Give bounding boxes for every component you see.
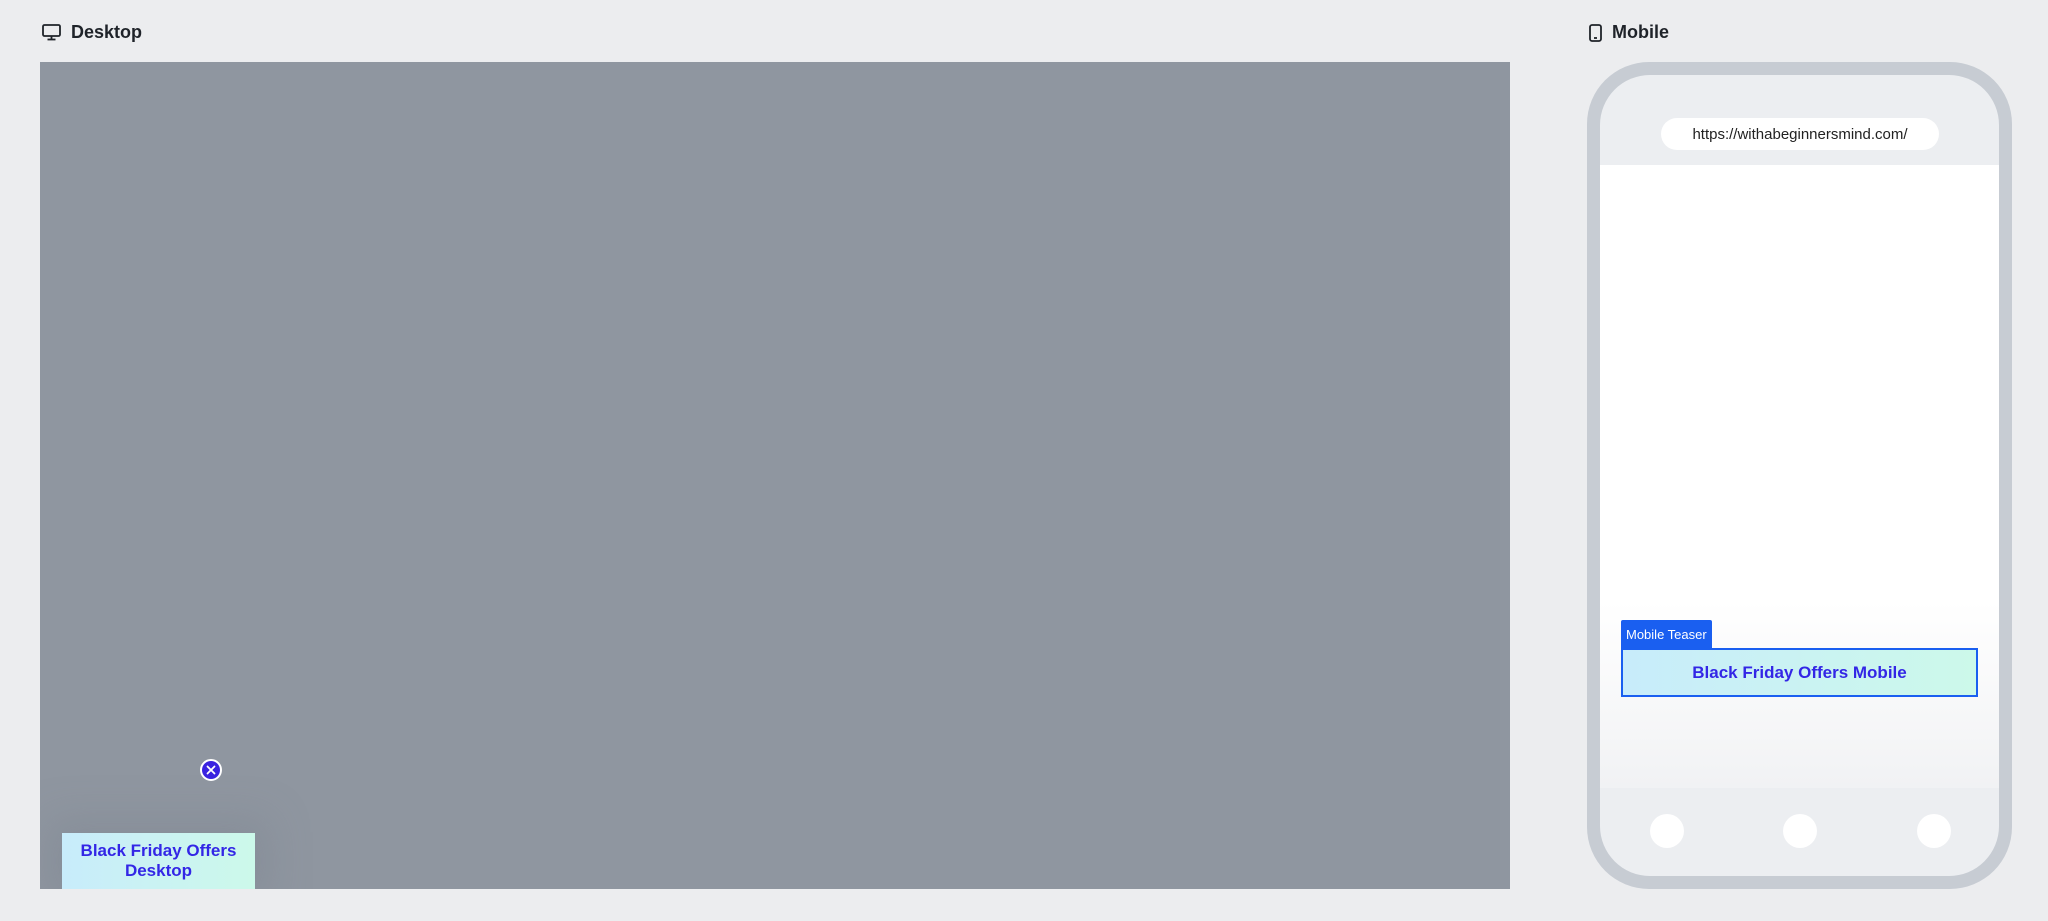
close-icon[interactable]: [200, 759, 222, 781]
desktop-preview-canvas: Black Friday Offers Desktop: [40, 62, 1510, 889]
monitor-icon: [42, 24, 61, 41]
desktop-teaser[interactable]: Black Friday Offers Desktop: [62, 833, 255, 889]
mobile-phone-body: https://withabeginnersmind.com/ Mobile T…: [1600, 75, 1999, 876]
desktop-preview-header: Desktop: [42, 22, 142, 43]
desktop-teaser-text: Black Friday Offers Desktop: [80, 841, 237, 880]
smartphone-icon: [1589, 23, 1602, 42]
mobile-teaser-tag: Mobile Teaser: [1621, 620, 1712, 648]
mobile-phone-frame: https://withabeginnersmind.com/ Mobile T…: [1587, 62, 2012, 889]
desktop-label: Desktop: [71, 22, 143, 42]
mobile-teaser[interactable]: Black Friday Offers Mobile: [1621, 648, 1978, 697]
mobile-nav-dot-center: [1783, 814, 1817, 848]
mobile-label: Mobile: [1612, 22, 1669, 42]
mobile-nav-dot-right: [1917, 814, 1951, 848]
mobile-url-bar: https://withabeginnersmind.com/: [1661, 118, 1939, 150]
mobile-preview-header: Mobile: [1589, 22, 1669, 43]
mobile-nav-dot-left: [1650, 814, 1684, 848]
mobile-url-text: https://withabeginnersmind.com/: [1692, 125, 1908, 143]
mobile-teaser-text: Black Friday Offers Mobile: [1692, 662, 1907, 682]
mobile-teaser-tag-label: Mobile Teaser: [1626, 626, 1707, 642]
